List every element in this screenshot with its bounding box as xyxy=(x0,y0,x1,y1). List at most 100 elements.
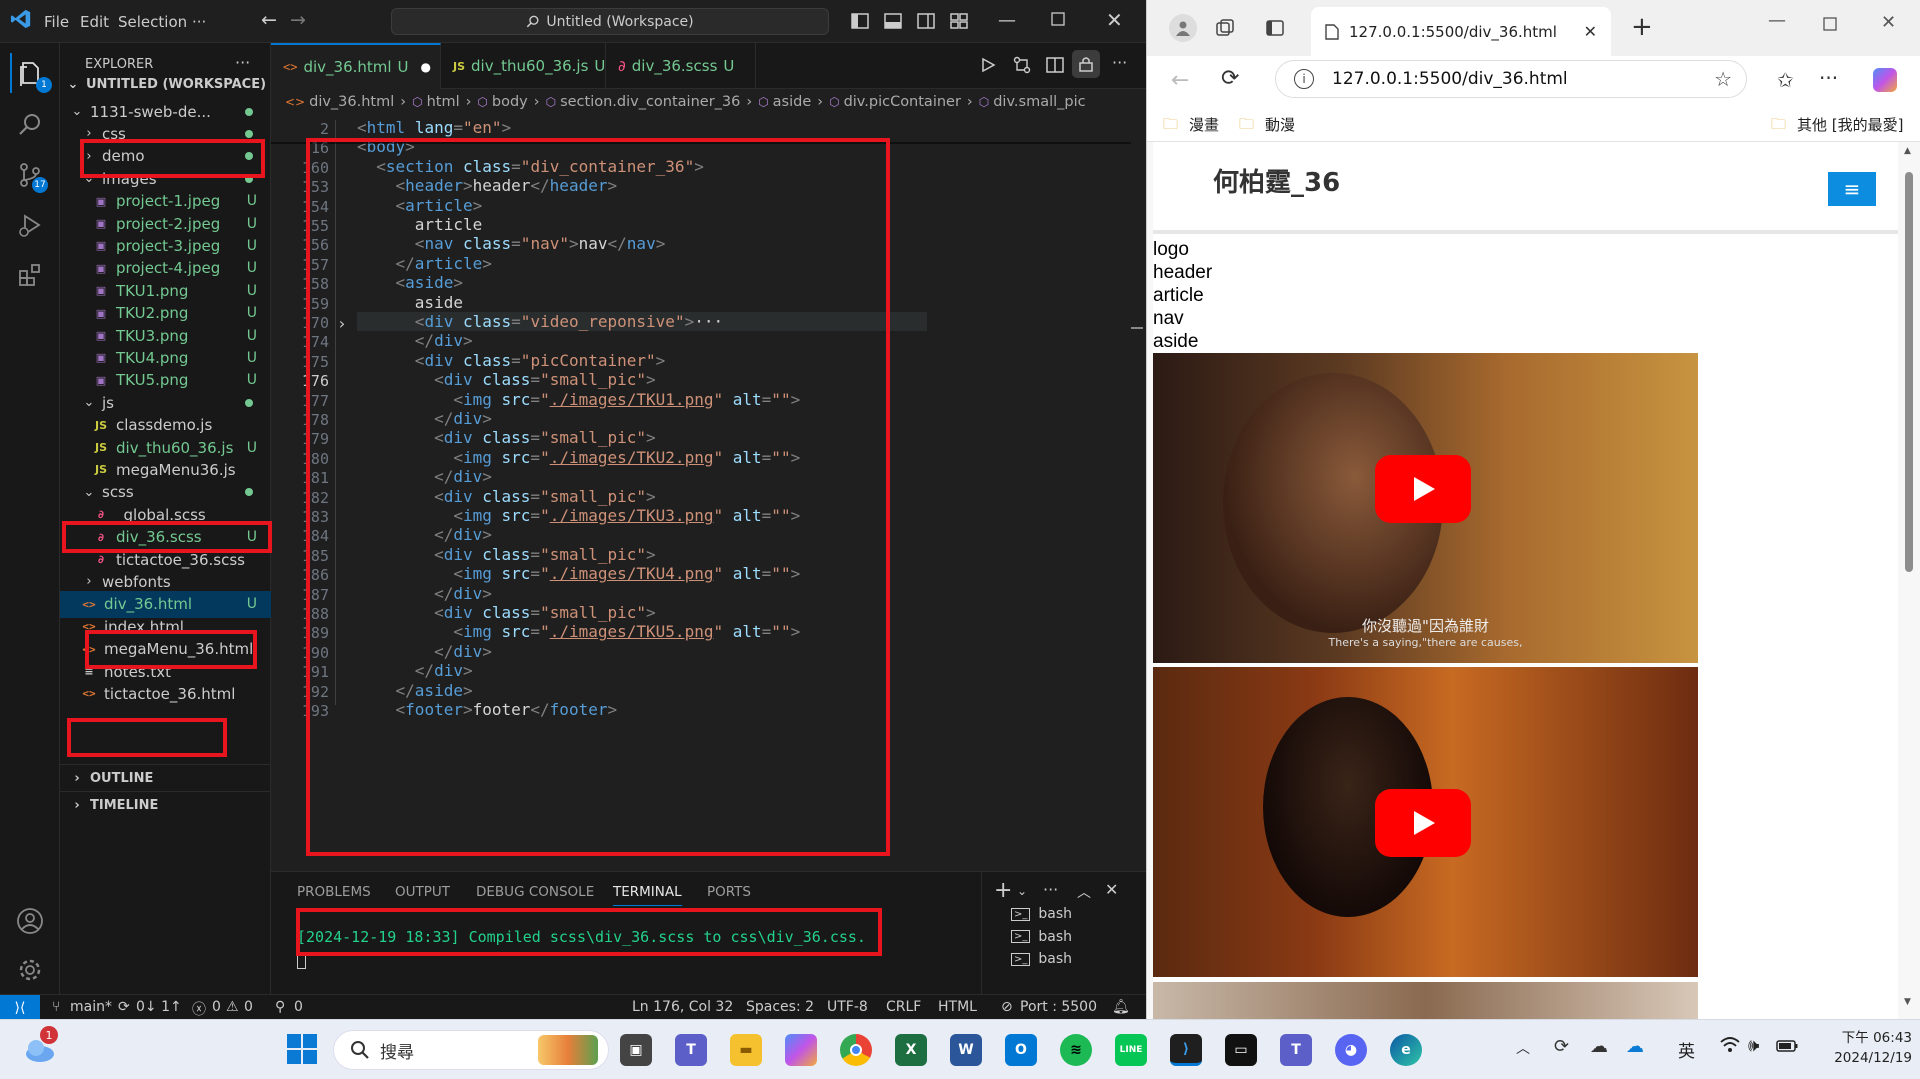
tab-problems[interactable]: PROBLEMS xyxy=(297,884,371,900)
breadcrumb-item[interactable]: section.div_container_36 xyxy=(560,94,740,110)
customize-layout-icon[interactable] xyxy=(950,12,968,30)
code-line[interactable]: <body> xyxy=(357,137,415,156)
notifications-bell-icon[interactable]: 🔔︎ xyxy=(1112,999,1130,1015)
split-editor-icon[interactable] xyxy=(1046,56,1064,74)
code-line[interactable]: <html lang="en"> xyxy=(357,118,511,137)
play-button-icon[interactable] xyxy=(1375,789,1471,857)
line-icon[interactable]: LINE xyxy=(1115,1034,1147,1066)
clock[interactable]: 下午 06:43 2024/12/19 xyxy=(1820,1028,1912,1068)
volume-icon[interactable]: 🕪︎ xyxy=(1748,1035,1759,1056)
encoding[interactable]: UTF-8 xyxy=(827,999,868,1015)
profile-icon[interactable] xyxy=(1169,14,1197,42)
close-icon[interactable]: ✕ xyxy=(1106,8,1123,32)
breadcrumb-item[interactable]: html xyxy=(427,94,460,110)
maximize-icon[interactable] xyxy=(1051,12,1065,26)
warnings-count[interactable]: 0 xyxy=(244,999,253,1015)
code-line[interactable]: <img src="./images/TKU4.png" alt=""> xyxy=(357,564,800,583)
terminal-instance[interactable]: >_ bash xyxy=(1011,929,1072,945)
code-line[interactable]: <div class="small_pic"> xyxy=(357,603,656,622)
ports-icon[interactable]: ⚲ xyxy=(275,999,285,1015)
menu-edit[interactable]: Edit xyxy=(80,13,109,31)
timeline-section[interactable]: › TIMELINE xyxy=(60,791,271,818)
terminal-instance[interactable]: >_ bash xyxy=(1011,906,1072,922)
toggle-panel-icon[interactable] xyxy=(884,12,902,30)
nav-forward-icon[interactable]: → xyxy=(290,9,306,31)
new-terminal-icon[interactable]: + xyxy=(994,878,1012,903)
reload-icon[interactable]: ⟳ xyxy=(1221,66,1239,91)
menu-selection[interactable]: Selection xyxy=(118,13,187,31)
chevron-up-icon[interactable]: ︿ xyxy=(1516,1038,1530,1058)
code-editor[interactable]: 2 <html lang="en"> 16 <body> 160 <section cl… xyxy=(271,115,1386,871)
sync-tray-icon[interactable]: ⟳ xyxy=(1554,1036,1569,1057)
warning-icon[interactable]: ⚠ xyxy=(226,999,239,1015)
teams-icon[interactable]: T xyxy=(675,1034,707,1066)
code-line[interactable]: </div> xyxy=(357,409,492,428)
remote-icon[interactable]: ⟩⟨ xyxy=(0,995,40,1020)
browser-minimize-icon[interactable]: — xyxy=(1768,10,1786,31)
bookmark-comics[interactable]: 漫畫 xyxy=(1189,114,1219,135)
edge-icon[interactable]: e xyxy=(1390,1034,1422,1066)
terminal-instance[interactable]: >_ bash xyxy=(1011,951,1072,967)
branch-icon[interactable]: ⑂ xyxy=(52,999,60,1015)
browser-close-icon[interactable]: ✕ xyxy=(1881,12,1896,33)
tab-close-icon[interactable]: ✕ xyxy=(1584,22,1597,41)
close-panel-icon[interactable]: ✕ xyxy=(1105,880,1118,899)
live-server-icon[interactable]: ⊘ xyxy=(1001,999,1013,1015)
tab-div-thu60-36-js[interactable]: JS div_thu60_36.js U xyxy=(441,43,606,89)
problems-count[interactable]: 0 xyxy=(212,999,221,1015)
scroll-down-icon[interactable]: ▼ xyxy=(1904,997,1911,1007)
code-line[interactable]: <section class="div_container_36"> xyxy=(357,157,704,176)
file-explorer-icon[interactable]: ▬ xyxy=(730,1034,762,1066)
tab-actions-icon[interactable] xyxy=(1265,18,1285,38)
code-line[interactable]: <img src="./images/TKU5.png" alt=""> xyxy=(357,622,800,641)
breadcrumb-item[interactable]: div.small_pic xyxy=(993,94,1085,110)
live-server-port[interactable]: Port : 5500 xyxy=(1020,999,1097,1015)
breadcrumb-item[interactable]: div_36.html xyxy=(309,94,394,110)
code-line[interactable]: </div> xyxy=(357,642,492,661)
tab-output[interactable]: OUTPUT xyxy=(395,884,450,900)
code-line[interactable]: <nav class="nav">nav</nav> xyxy=(357,234,666,253)
minimize-icon[interactable]: — xyxy=(998,10,1016,31)
end-of-line[interactable]: CRLF xyxy=(886,999,921,1015)
code-line[interactable]: article xyxy=(357,215,482,234)
branch-name[interactable]: main* xyxy=(70,999,112,1015)
tab-div-36-html[interactable]: <> div_36.html U ● xyxy=(271,43,441,89)
youtube-video-3[interactable] xyxy=(1153,982,1698,1019)
unsaved-dot-icon[interactable]: ● xyxy=(421,60,431,74)
vscode-logo-icon[interactable] xyxy=(10,8,32,30)
input-method[interactable]: 英 xyxy=(1678,1037,1695,1062)
tab-div-36-scss[interactable]: ∂ div_36.scss U xyxy=(606,43,756,89)
wifi-icon[interactable] xyxy=(1720,1036,1740,1054)
spotify-icon[interactable]: ≋ xyxy=(1060,1034,1092,1066)
chrome-icon[interactable] xyxy=(840,1034,872,1066)
explorer-icon[interactable]: 1 xyxy=(10,53,52,93)
code-line[interactable]: <aside> xyxy=(357,273,463,292)
code-line[interactable]: <header>header</header> xyxy=(357,176,618,195)
code-line[interactable]: <article> xyxy=(357,196,483,215)
breadcrumb-item[interactable]: aside xyxy=(773,94,812,110)
favorite-star-icon[interactable]: ☆ xyxy=(1714,67,1732,91)
chevron-down-icon[interactable]: ⌄ xyxy=(1017,884,1027,898)
bookmark-anime[interactable]: 動漫 xyxy=(1265,114,1295,135)
tree-item[interactable]: <> tictactoe_36.html xyxy=(60,680,271,707)
copilot-icon[interactable] xyxy=(1873,68,1897,92)
run-debug-icon[interactable] xyxy=(10,205,50,245)
outline-section[interactable]: › OUTLINE xyxy=(60,764,271,791)
battery-icon[interactable] xyxy=(1776,1040,1798,1052)
menu-more[interactable]: ··· xyxy=(192,13,206,31)
vscode-taskbar-icon[interactable]: ⟩ xyxy=(1170,1034,1202,1066)
site-info-icon[interactable]: i xyxy=(1294,69,1314,89)
explorer-more-icon[interactable]: ··· xyxy=(235,53,250,72)
sync-status[interactable]: 0↓ 1↑ xyxy=(136,999,182,1015)
ports-count[interactable]: 0 xyxy=(294,999,303,1015)
excel-icon[interactable]: X xyxy=(895,1034,927,1066)
teams-classic-icon[interactable]: T xyxy=(1280,1034,1312,1066)
browser-maximize-icon[interactable] xyxy=(1823,17,1837,31)
browser-scrollbar[interactable]: ▲ ▼ xyxy=(1898,142,1920,1019)
accounts-icon[interactable] xyxy=(10,901,50,941)
extensions-icon[interactable] xyxy=(10,255,50,295)
maximize-panel-icon[interactable]: ︿ xyxy=(1077,882,1091,902)
code-line[interactable]: </div> xyxy=(357,661,473,680)
hamburger-menu-icon[interactable]: ≡ xyxy=(1828,172,1876,206)
compare-changes-icon[interactable] xyxy=(1013,56,1031,74)
